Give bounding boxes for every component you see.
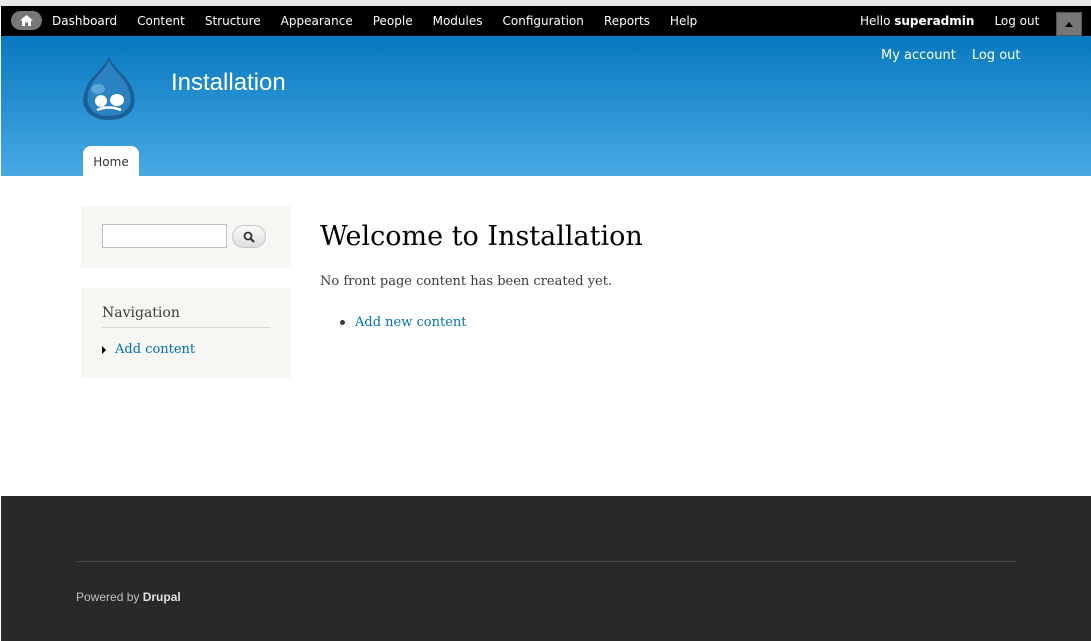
nav-item-label[interactable]: Add content [115,342,195,357]
toolbar-item-people[interactable]: People [373,14,413,28]
search-button[interactable] [232,225,266,248]
toolbar-item-dashboard[interactable]: Dashboard [52,14,117,28]
tab-home[interactable]: Home [83,146,139,177]
page-title: Welcome to Installation [320,221,643,252]
toolbar-item-configuration[interactable]: Configuration [503,14,584,28]
search-input[interactable] [102,224,227,248]
toolbar-item-content[interactable]: Content [137,14,185,28]
front-page-message: No front page content has been created y… [320,274,613,289]
hello-user-text: Hello superadmin [860,14,975,28]
username[interactable]: superadmin [894,14,974,28]
main-content: Welcome to Installation No front page co… [320,221,643,330]
footer-divider [76,561,1016,562]
my-account-link[interactable]: My account [881,48,956,63]
toolbar-item-help[interactable]: Help [670,14,697,28]
triangle-right-icon [102,345,106,354]
home-icon [20,15,33,26]
shortcut-toggle-button[interactable] [1056,12,1082,36]
list-item: Add new content [340,315,466,330]
search-block [81,206,291,268]
site-name[interactable]: Installation [171,69,286,97]
navigation-block: Navigation Add content [81,288,291,378]
navigation-title: Navigation [102,305,180,321]
toolbar-item-reports[interactable]: Reports [604,14,650,28]
drupal-link[interactable]: Drupal [143,590,181,604]
add-new-content-link[interactable]: Add new content [355,315,466,330]
site-header: My account Log out Installation Home [1,36,1091,177]
toolbar-logout-link[interactable]: Log out [994,14,1039,28]
search-icon [243,231,255,243]
bullet-icon [340,320,345,325]
toolbar-home-button[interactable] [11,11,42,30]
toolbar-menu: Dashboard Content Structure Appearance P… [52,6,717,36]
nav-item-add-content[interactable]: Add content [102,342,195,357]
admin-toolbar: Dashboard Content Structure Appearance P… [1,6,1091,36]
drupal-logo-icon[interactable] [78,54,140,122]
triangle-up-icon [1065,21,1073,27]
navigation-divider [102,327,270,328]
toolbar-item-modules[interactable]: Modules [433,14,483,28]
powered-by-text: Powered by Drupal [76,590,181,604]
toolbar-item-appearance[interactable]: Appearance [281,14,353,28]
site-footer: Powered by Drupal [1,496,1091,641]
secondary-menu: My account Log out [881,48,1037,63]
action-list: Add new content [340,315,466,330]
header-logout-link[interactable]: Log out [972,48,1021,63]
toolbar-user-area: Hello superadmin Log out [860,6,1039,36]
toolbar-item-structure[interactable]: Structure [205,14,261,28]
